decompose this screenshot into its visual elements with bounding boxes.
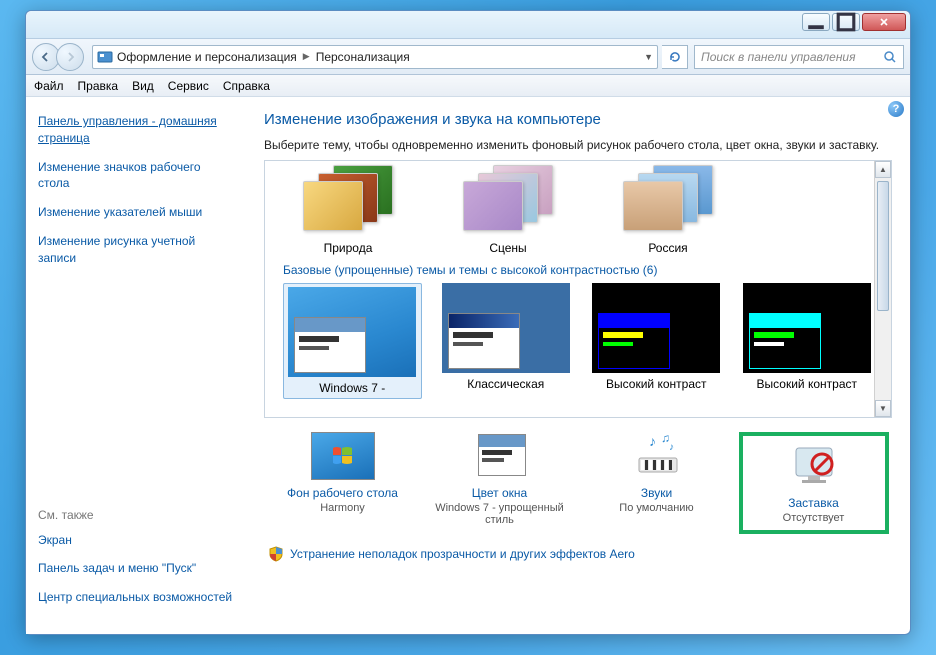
breadcrumb-part1[interactable]: Оформление и персонализация xyxy=(117,50,297,64)
forward-button[interactable] xyxy=(56,43,84,71)
maximize-button[interactable] xyxy=(832,13,860,31)
shield-icon xyxy=(268,546,284,562)
refresh-button[interactable] xyxy=(662,45,688,69)
window-color-icon xyxy=(468,432,532,480)
theme-russia[interactable]: Россия xyxy=(603,165,733,255)
theme-list: Природа Сцены xyxy=(264,160,892,418)
page-subtitle: Выберите тему, чтобы одновременно измени… xyxy=(264,138,892,152)
theme-label: Классическая xyxy=(440,377,573,391)
theme-label: Россия xyxy=(603,241,733,255)
menu-bar: Файл Правка Вид Сервис Справка xyxy=(26,75,910,97)
body: Панель управления - домашняя страница Из… xyxy=(26,97,910,634)
breadcrumb-part2[interactable]: Персонализация xyxy=(316,50,410,64)
action-value: Windows 7 - упрощенный стиль xyxy=(425,502,575,526)
sidebar-see-also-heading: См. также xyxy=(38,508,234,522)
menu-view[interactable]: Вид xyxy=(132,79,154,93)
menu-help[interactable]: Справка xyxy=(223,79,270,93)
theme-label: Высокий контраст xyxy=(590,377,723,391)
theme-win7-basic[interactable]: Windows 7 - xyxy=(283,283,422,399)
action-sounds[interactable]: ♪♫♪ Звуки По умолчанию xyxy=(582,432,732,534)
sidebar-link-mouse-pointers[interactable]: Изменение указателей мыши xyxy=(38,204,234,221)
theme-label: Природа xyxy=(283,241,413,255)
menu-service[interactable]: Сервис xyxy=(168,79,209,93)
theme-label: Высокий контраст xyxy=(741,377,874,391)
svg-text:♪: ♪ xyxy=(669,442,674,453)
svg-text:♪: ♪ xyxy=(649,433,656,449)
theme-label: Windows 7 - xyxy=(287,381,418,395)
action-value: По умолчанию xyxy=(582,502,732,514)
theme-nature[interactable]: Природа xyxy=(283,165,413,255)
menu-edit[interactable]: Правка xyxy=(78,79,119,93)
page-title: Изменение изображения и звука на компьют… xyxy=(264,111,892,128)
troubleshoot-aero-link[interactable]: Устранение неполадок прозрачности и друг… xyxy=(264,540,892,562)
breadcrumb[interactable]: Оформление и персонализация ▶ Персонализ… xyxy=(92,45,658,69)
nav-bar: Оформление и персонализация ▶ Персонализ… xyxy=(26,39,910,75)
theme-label: Сцены xyxy=(443,241,573,255)
theme-high-contrast-2[interactable]: Высокий контраст xyxy=(741,283,874,399)
scroll-down-button[interactable]: ▼ xyxy=(875,400,891,417)
action-value: Harmony xyxy=(268,502,418,514)
help-icon[interactable]: ? xyxy=(888,101,904,117)
sidebar-link-taskbar[interactable]: Панель задач и меню "Пуск" xyxy=(38,560,234,577)
theme-high-contrast-1[interactable]: Высокий контраст xyxy=(590,283,723,399)
sidebar-link-accessibility[interactable]: Центр специальных возможностей xyxy=(38,589,234,606)
desktop-background-icon xyxy=(311,432,375,480)
search-placeholder: Поиск в панели управления xyxy=(701,50,856,64)
action-value: Отсутствует xyxy=(747,512,881,524)
chevron-right-icon: ▶ xyxy=(303,51,310,62)
screensaver-icon xyxy=(782,442,846,490)
chevron-down-icon[interactable]: ▼ xyxy=(644,52,653,62)
search-icon xyxy=(883,50,897,64)
action-label: Заставка xyxy=(747,496,881,510)
action-label: Звуки xyxy=(582,486,732,500)
main-content: ? Изменение изображения и звука на компь… xyxy=(246,97,910,634)
action-label: Цвет окна xyxy=(425,486,575,500)
action-desktop-background[interactable]: Фон рабочего стола Harmony xyxy=(268,432,418,534)
menu-file[interactable]: Файл xyxy=(34,79,64,93)
sidebar-link-desktop-icons[interactable]: Изменение значков рабочего стола xyxy=(38,159,234,193)
troubleshoot-label: Устранение неполадок прозрачности и друг… xyxy=(290,547,635,561)
appearance-icon xyxy=(97,49,113,65)
action-screensaver[interactable]: Заставка Отсутствует xyxy=(739,432,889,534)
sidebar-link-display[interactable]: Экран xyxy=(38,532,234,549)
sidebar-home-link[interactable]: Панель управления - домашняя страница xyxy=(38,113,234,147)
sounds-icon: ♪♫♪ xyxy=(625,432,689,480)
theme-classic[interactable]: Классическая xyxy=(440,283,573,399)
scrollbar[interactable]: ▲ ▼ xyxy=(874,161,891,417)
sidebar-link-account-picture[interactable]: Изменение рисунка учетной записи xyxy=(38,233,234,267)
action-label: Фон рабочего стола xyxy=(268,486,418,500)
control-panel-window: Оформление и персонализация ▶ Персонализ… xyxy=(25,10,911,635)
window-titlebar xyxy=(26,11,910,39)
sidebar: Панель управления - домашняя страница Из… xyxy=(26,97,246,634)
actions-row: Фон рабочего стола Harmony Цвет окна Win… xyxy=(264,418,892,540)
scroll-up-button[interactable]: ▲ xyxy=(875,161,891,178)
basic-themes-heading: Базовые (упрощенные) темы и темы с высок… xyxy=(273,255,883,283)
search-input[interactable]: Поиск в панели управления xyxy=(694,45,904,69)
scroll-thumb[interactable] xyxy=(877,181,889,311)
action-window-color[interactable]: Цвет окна Windows 7 - упрощенный стиль xyxy=(425,432,575,534)
minimize-button[interactable] xyxy=(802,13,830,31)
theme-scenes[interactable]: Сцены xyxy=(443,165,573,255)
close-button[interactable] xyxy=(862,13,906,31)
